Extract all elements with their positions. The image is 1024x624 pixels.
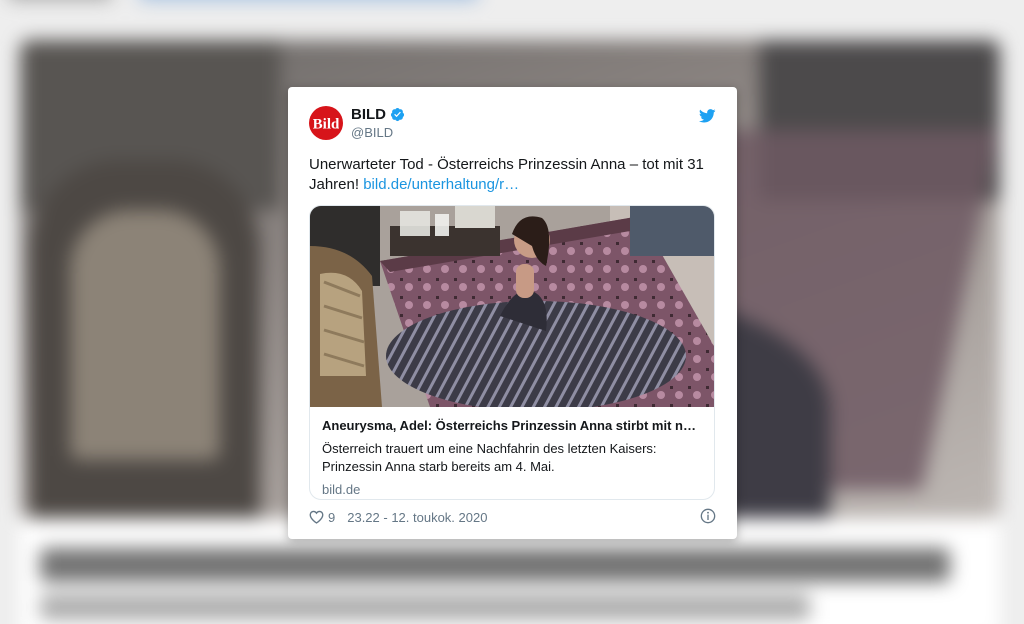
card-image xyxy=(310,206,714,407)
twitter-bird-icon[interactable] xyxy=(699,109,716,123)
background-subheadline xyxy=(40,594,810,620)
tweet-text: Unerwarteter Tod - Österreichs Prinzessi… xyxy=(309,155,716,195)
embedded-tweet: Bild BILD @BILD Unerwarteter Tod - Öster xyxy=(288,87,737,539)
heart-icon[interactable] xyxy=(309,510,324,524)
bild-logo: Bild xyxy=(313,117,339,133)
author-handle[interactable]: @BILD xyxy=(351,126,405,139)
background-headline xyxy=(40,548,950,582)
card-description: Österreich trauert um eine Nachfahrin de… xyxy=(322,441,657,474)
display-name[interactable]: BILD xyxy=(351,107,386,122)
svg-text:Bild: Bild xyxy=(313,117,339,133)
card-domain: bild.de xyxy=(322,482,361,497)
tweet-header: Bild BILD @BILD xyxy=(309,105,716,141)
tweet-link[interactable]: bild.de/unterhaltung/r… xyxy=(363,176,519,193)
author-names[interactable]: BILD @BILD xyxy=(351,107,405,139)
avatar[interactable]: Bild xyxy=(309,106,343,140)
tweet-footer: 9 23.22 - 12. toukok. 2020 xyxy=(309,507,716,527)
info-icon[interactable] xyxy=(700,508,716,524)
card-title: Aneurysma, Adel: Österreichs Prinzessin … xyxy=(322,418,702,433)
link-preview-card[interactable]: Aneurysma, Adel: Österreichs Prinzessin … xyxy=(309,205,715,500)
tweet-timestamp[interactable]: 23.22 - 12. toukok. 2020 xyxy=(347,510,487,525)
like-count[interactable]: 9 xyxy=(328,510,335,525)
verified-badge-icon xyxy=(390,107,405,122)
